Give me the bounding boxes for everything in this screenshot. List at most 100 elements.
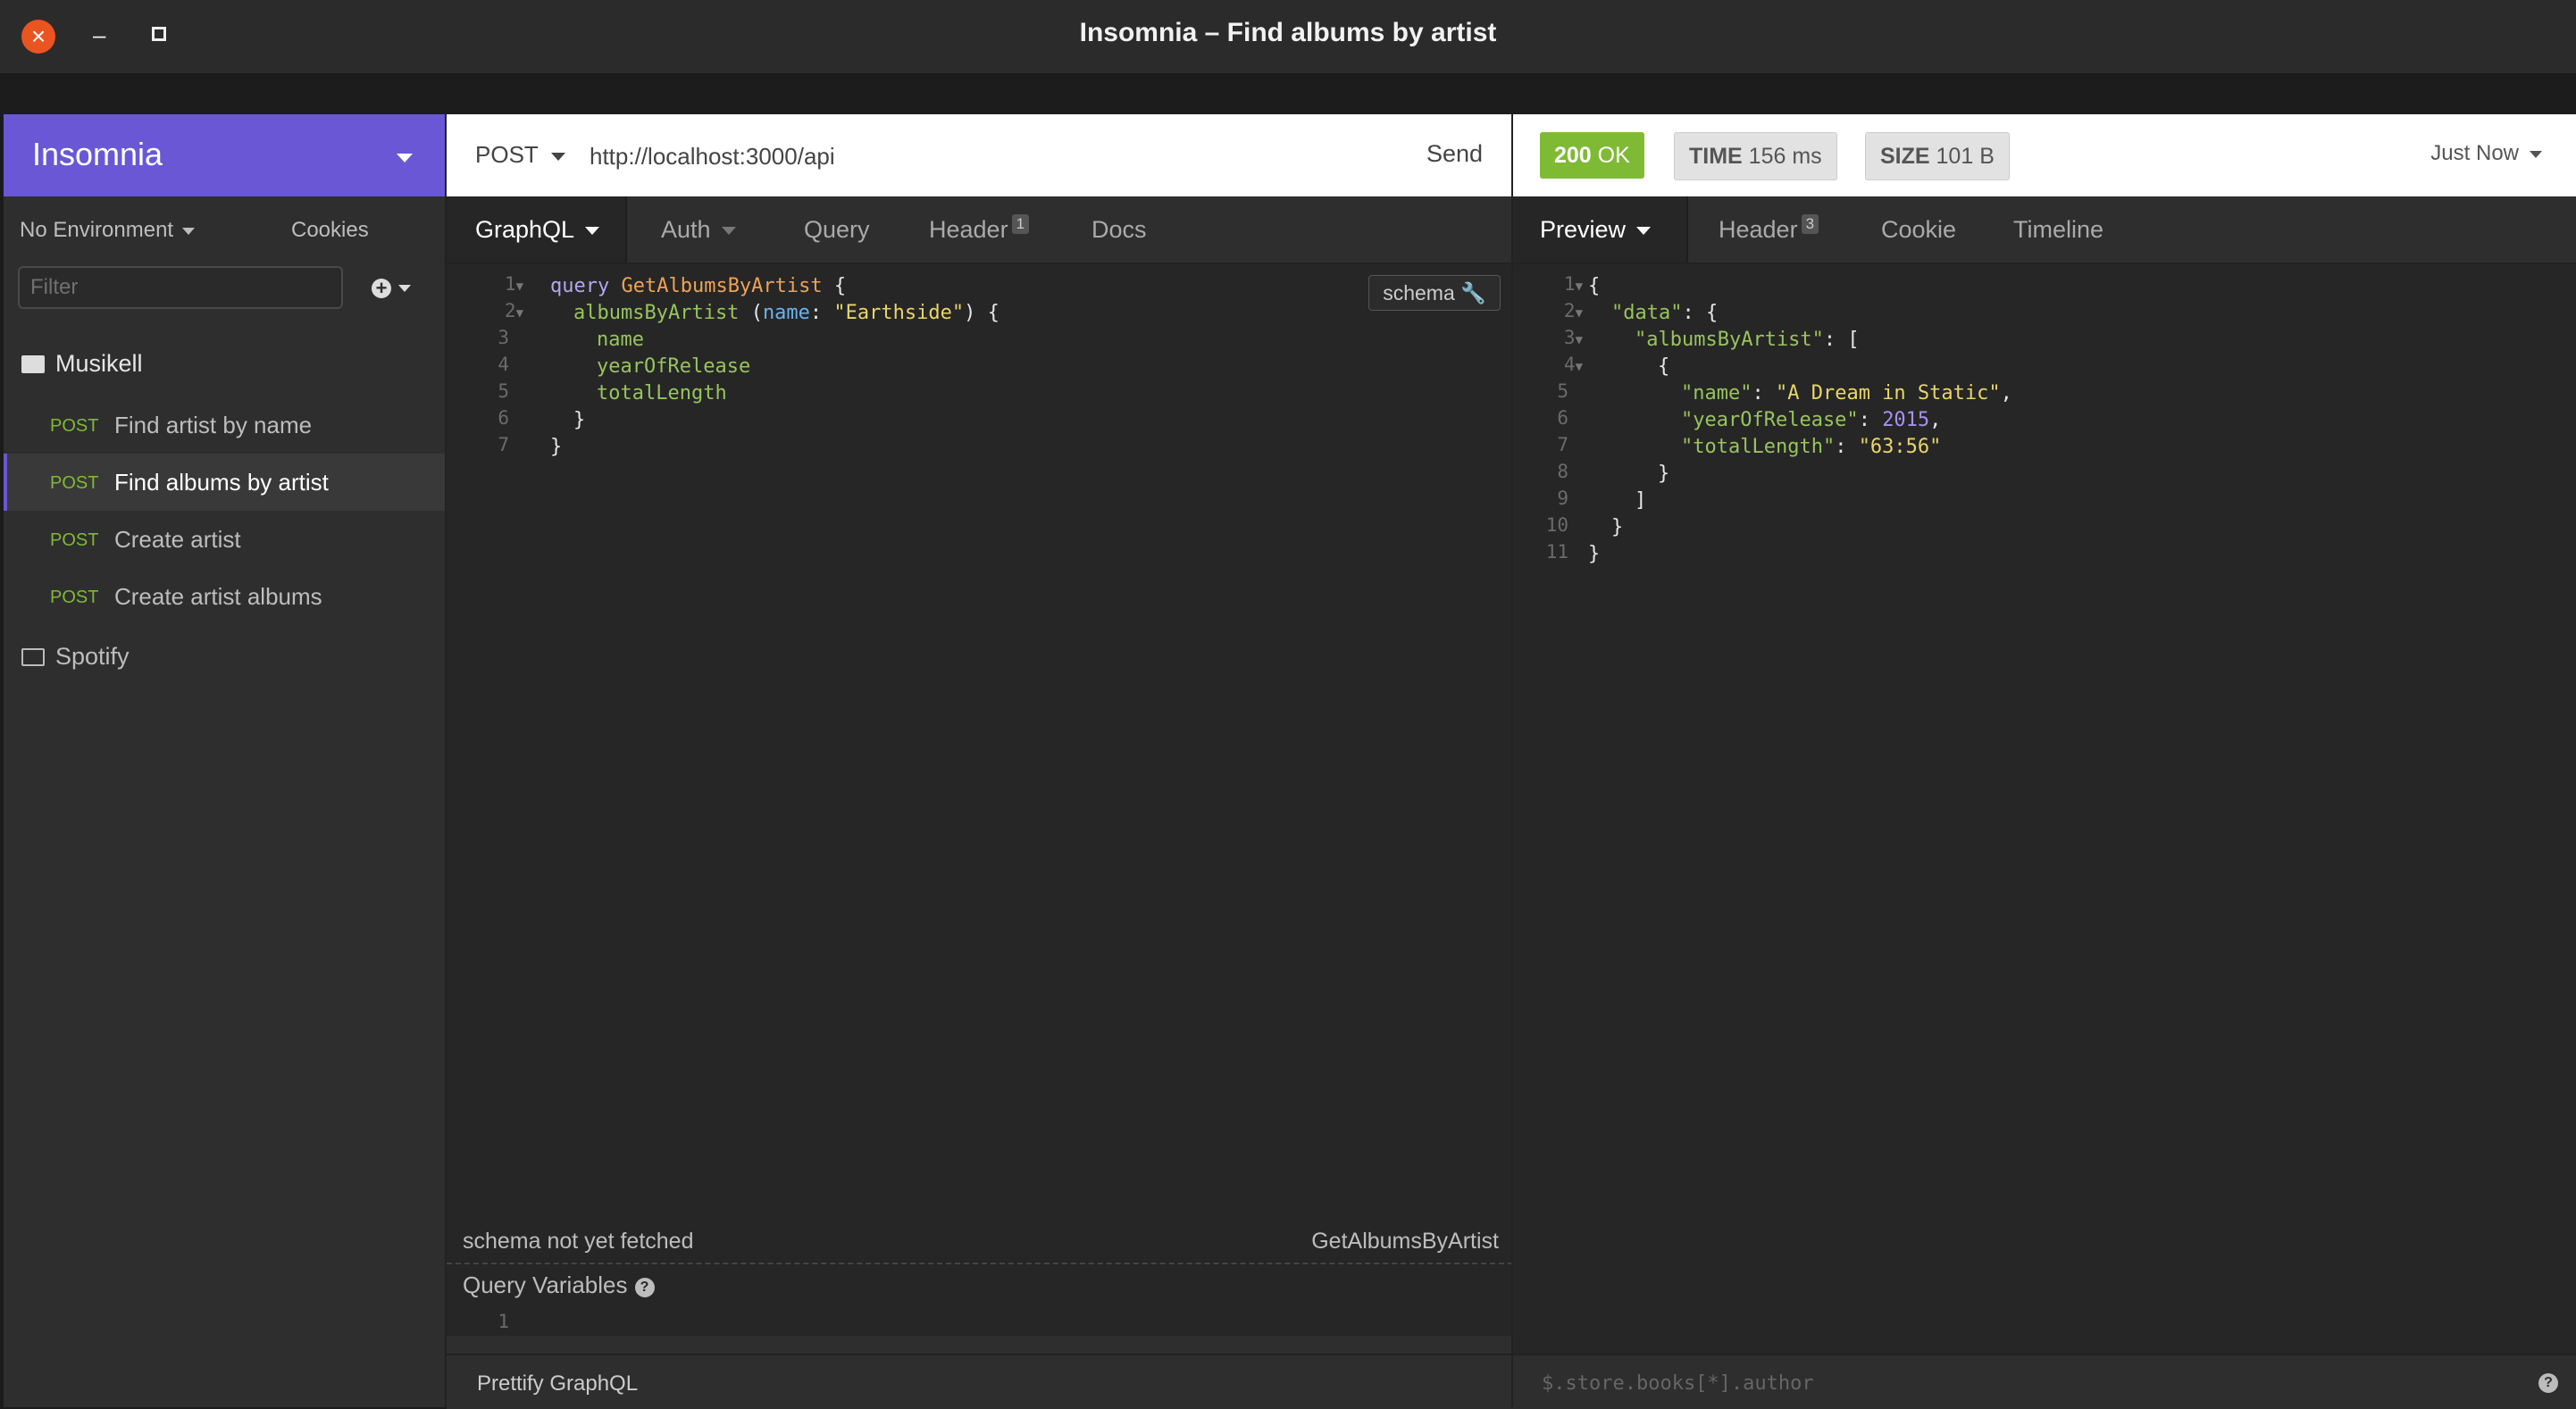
plus-circle-icon: + [372, 279, 391, 298]
status-badge: 200 OK [1540, 132, 1644, 179]
send-button[interactable]: Send [1426, 140, 1483, 168]
add-request-dropdown[interactable]: + [372, 273, 429, 304]
response-bottom-bar: ? [1513, 1354, 2576, 1409]
response-viewer[interactable]: 1▼ 2▼ 3▼ 4▼ 5 6 7 8 9 10 11 { "data": { … [1513, 264, 2576, 1354]
request-name: Create artist albums [114, 583, 322, 610]
caret-down-icon [1636, 227, 1652, 236]
caret-down-icon [550, 152, 565, 161]
tab-count-badge: 3 [1801, 214, 1819, 234]
tab-query[interactable]: Query [804, 196, 870, 263]
request-method: POST [50, 588, 99, 607]
json-line: "yearOfRelease": 2015, [1681, 409, 1942, 431]
code-line: yearOfRelease [597, 355, 751, 378]
workspace-dropdown[interactable]: Insomnia [4, 114, 445, 196]
schema-button[interactable]: schema 🔧 [1368, 275, 1501, 311]
help-icon[interactable]: ? [634, 1278, 655, 1297]
sidebar: Insomnia No Environment Cookies + Musike… [4, 114, 445, 1407]
sidebar-request-find-albums-by-artist[interactable]: POST Find albums by artist [4, 454, 445, 511]
fold-arrow-icon[interactable]: ▼ [516, 306, 523, 321]
request-bottom-bar: Prettify GraphQL [447, 1354, 1513, 1409]
sidebar-filter-input[interactable] [18, 266, 343, 309]
method-dropdown[interactable]: POST [475, 141, 565, 169]
fold-arrow-icon[interactable]: ▼ [1576, 333, 1583, 347]
tab-auth[interactable]: Auth [661, 196, 736, 263]
response-pane: 200 OK TIME 156 ms SIZE 101 B Just Now P… [1511, 114, 2576, 1409]
line-number: 8 [1557, 461, 1568, 482]
tab-cookie[interactable]: Cookie [1881, 196, 1956, 263]
tab-timeline[interactable]: Timeline [2013, 196, 2103, 263]
json-line: "name": "A Dream in Static", [1681, 382, 2012, 404]
line-number: 5 [1557, 380, 1568, 402]
help-icon[interactable]: ? [2538, 1373, 2558, 1393]
request-method: POST [50, 473, 99, 493]
fold-arrow-icon[interactable]: ▼ [516, 279, 523, 294]
request-name: Find albums by artist [114, 469, 329, 496]
tab-graphql[interactable]: GraphQL [447, 196, 627, 263]
tab-label: Timeline [2013, 216, 2104, 243]
tab-label: GraphQL [475, 216, 575, 243]
response-tabs: Preview Header 3 Cookie Timeline [1513, 196, 2576, 264]
url-bar: POST Send [447, 114, 1513, 196]
line-number: 2▼ [504, 300, 523, 321]
folder-musikell[interactable]: Musikell [21, 350, 143, 386]
line-number: 9 [1557, 488, 1568, 509]
json-line: "data": { [1611, 302, 1719, 324]
fold-arrow-icon[interactable]: ▼ [1576, 360, 1583, 374]
time-badge: TIME 156 ms [1674, 132, 1837, 180]
prettify-graphql-button[interactable]: Prettify GraphQL [477, 1371, 638, 1396]
sidebar-request-create-artist[interactable]: POST Create artist [4, 511, 445, 568]
line-number: 7 [1557, 434, 1568, 455]
caret-down-icon [721, 227, 736, 236]
fold-arrow-icon[interactable]: ▼ [1576, 279, 1583, 294]
caret-down-icon [182, 227, 196, 235]
response-history-dropdown[interactable]: Just Now [2430, 141, 2542, 166]
line-number: 6 [1557, 407, 1568, 429]
folder-icon [21, 648, 45, 666]
json-line: } [1658, 463, 1670, 485]
request-name: Find artist by name [114, 412, 313, 438]
caret-down-icon [2530, 150, 2542, 158]
url-input[interactable] [588, 136, 1217, 177]
code-line: query GetAlbumsByArtist { [550, 275, 847, 297]
folder-open-icon [21, 355, 45, 373]
history-label: Just Now [2430, 141, 2519, 165]
code-line: totalLength [597, 382, 727, 404]
tab-label: Header [929, 216, 1008, 243]
line-number: 4 [498, 354, 509, 375]
json-line: "totalLength": "63:56" [1681, 436, 1942, 458]
tab-label: Cookie [1881, 216, 1957, 243]
caret-down-icon [585, 227, 600, 236]
cookies-button[interactable]: Cookies [291, 218, 369, 243]
code-line: } [573, 409, 586, 431]
tab-preview[interactable]: Preview [1513, 196, 1688, 263]
json-line: } [1588, 543, 1601, 565]
folder-spotify[interactable]: Spotify [21, 643, 130, 679]
graphql-editor[interactable]: 1▼ 2▼ 3 4 5 6 7 query GetAlbumsByArtist … [447, 264, 1513, 1336]
tab-response-header[interactable]: Header 3 [1719, 196, 1819, 263]
code-line: name [597, 329, 644, 351]
sidebar-request-create-artist-albums[interactable]: POST Create artist albums [4, 568, 445, 625]
tab-header[interactable]: Header 1 [929, 196, 1030, 263]
response-filter-input[interactable] [1540, 1366, 2437, 1400]
code-line: albumsByArtist (name: "Earthside") { [573, 302, 999, 324]
operation-name: GetAlbumsByArtist [1311, 1229, 1499, 1254]
window-title: Insomnia – Find albums by artist [1079, 18, 1497, 47]
schema-status: schema not yet fetched [463, 1229, 694, 1254]
line-number: 6 [498, 407, 509, 429]
size-badge: SIZE 101 B [1865, 132, 2010, 180]
tab-docs[interactable]: Docs [1091, 196, 1147, 263]
method-label: POST [475, 141, 539, 168]
request-pane: POST Send GraphQL Auth Query Header1 Doc… [445, 114, 1513, 1409]
tab-label: Header [1719, 216, 1798, 243]
environment-dropdown[interactable]: No Environment [20, 218, 196, 243]
environment-row: No Environment Cookies [4, 196, 445, 259]
line-number: 4▼ [1563, 354, 1583, 375]
caret-down-icon [397, 154, 413, 163]
line-number: 3 [498, 327, 509, 348]
query-variables-label: Query Variables [463, 1271, 628, 1298]
sidebar-request-find-artist-by-name[interactable]: POST Find artist by name [4, 396, 445, 454]
json-line: ] [1635, 489, 1647, 512]
caret-down-icon [398, 285, 411, 293]
fold-arrow-icon[interactable]: ▼ [1576, 306, 1583, 321]
code-line: } [550, 436, 563, 458]
